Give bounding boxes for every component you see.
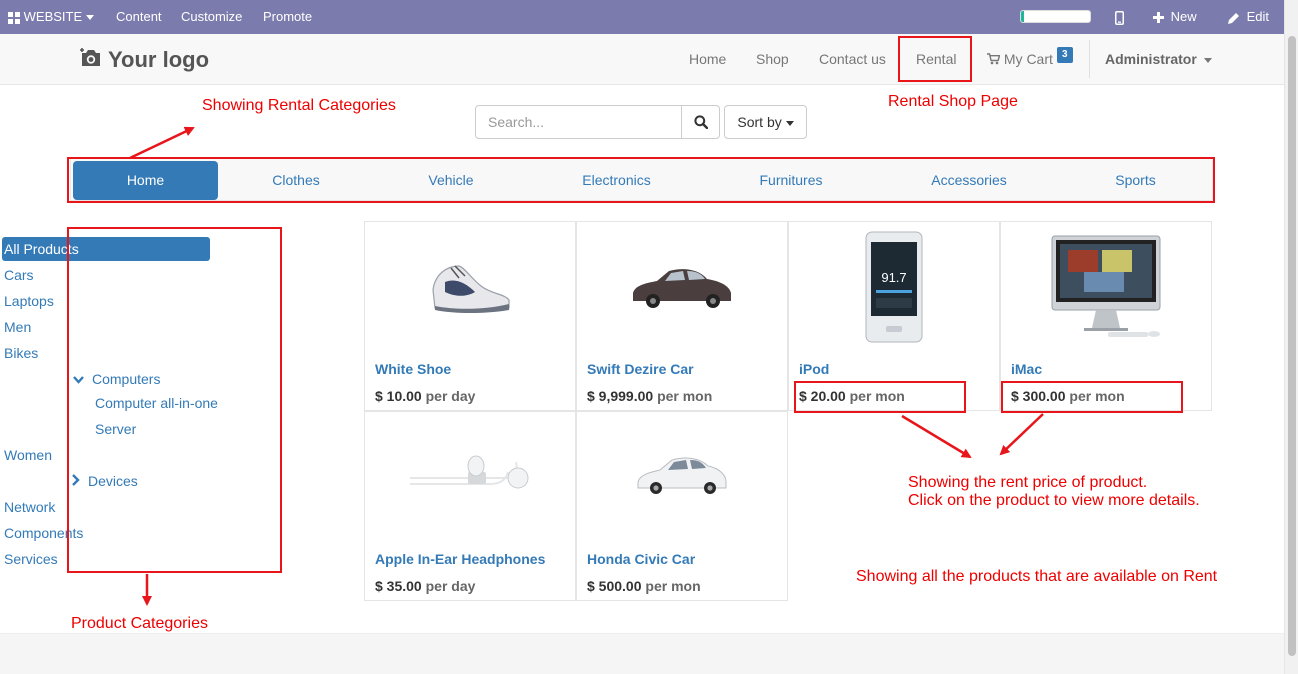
nav-home[interactable]: Home xyxy=(689,34,726,84)
arrow-to-rent-price-ipod xyxy=(901,414,972,459)
category-women[interactable]: Women xyxy=(4,443,52,467)
honda-civic-car-image[interactable] xyxy=(577,412,787,542)
user-label: Administrator xyxy=(1105,51,1197,67)
category-men[interactable]: Men xyxy=(4,315,31,339)
scrollbar-thumb[interactable] xyxy=(1288,36,1296,656)
sort-by-dropdown[interactable]: Sort by xyxy=(724,105,807,139)
promote-menu[interactable]: Promote xyxy=(263,0,312,34)
annotation-all-products: Showing all the products that are availa… xyxy=(856,568,1218,585)
arrow-to-category-bar xyxy=(129,126,195,160)
ipod-display: 91.7 xyxy=(881,270,906,285)
ipod-image[interactable]: 91.7 xyxy=(789,222,999,352)
search-input[interactable] xyxy=(475,105,682,139)
product-name[interactable]: Apple In-Ear Headphones xyxy=(375,551,545,567)
annotation-rent-price-line2: Click on the product to view more detail… xyxy=(908,492,1200,509)
category-cars[interactable]: Cars xyxy=(4,263,34,287)
nav-my-cart[interactable]: My Cart 3 xyxy=(987,34,1073,84)
category-bikes[interactable]: Bikes xyxy=(4,341,38,365)
user-menu[interactable]: Administrator xyxy=(1105,34,1212,84)
sort-by-label: Sort by xyxy=(737,114,782,130)
footer-area xyxy=(0,633,1284,674)
annotation-box-rental-categories xyxy=(67,157,1215,203)
annotation-box-imac-price xyxy=(1001,381,1183,413)
nav-divider xyxy=(1089,40,1090,78)
shopping-cart-icon xyxy=(987,53,1001,65)
mobile-preview-button[interactable] xyxy=(1115,0,1124,34)
category-laptops[interactable]: Laptops xyxy=(4,289,54,313)
search-button[interactable] xyxy=(681,105,720,139)
logo-text: Your logo xyxy=(108,47,210,72)
annotation-box-ipod-price xyxy=(794,381,966,413)
new-label: New xyxy=(1170,9,1197,24)
caret-down-icon xyxy=(85,15,94,21)
price-amount: $ 9,999.00 xyxy=(587,388,654,404)
website-menu[interactable]: WEBSITE xyxy=(8,0,94,34)
search-icon xyxy=(693,115,708,129)
progress-fill xyxy=(1021,11,1025,22)
headphones-image[interactable] xyxy=(365,412,575,542)
annotation-product-categories: Product Categories xyxy=(71,615,208,632)
edit-label: Edit xyxy=(1246,9,1270,24)
price-amount: $ 10.00 xyxy=(375,388,422,404)
category-network[interactable]: Network xyxy=(4,495,55,519)
new-button[interactable]: New xyxy=(1153,0,1197,34)
imac-image[interactable] xyxy=(1001,222,1211,352)
edit-button[interactable]: Edit xyxy=(1228,0,1269,34)
cart-label: My Cart xyxy=(1003,51,1053,67)
product-name[interactable]: White Shoe xyxy=(375,361,451,377)
product-price: $ 500.00 per mon xyxy=(587,578,701,594)
arrow-to-rent-price-imac xyxy=(999,413,1044,456)
site-header: Your logo Home Shop Contact us Rental My… xyxy=(0,34,1284,85)
page-scrollbar[interactable] xyxy=(1284,0,1298,674)
progress-bar xyxy=(1020,10,1091,23)
page: WEBSITE Content Customize Promote New Ed… xyxy=(0,0,1298,674)
product-card-white-shoe[interactable]: White Shoe $ 10.00 per day xyxy=(364,221,576,411)
website-label: WEBSITE xyxy=(23,9,83,24)
caret-down-icon xyxy=(785,120,794,126)
plus-icon xyxy=(1153,12,1164,24)
product-price: $ 35.00 per day xyxy=(375,578,475,594)
product-card-honda-civic-car[interactable]: Honda Civic Car $ 500.00 per mon xyxy=(576,411,788,601)
product-card-apple-in-ear-headphones[interactable]: Apple In-Ear Headphones $ 35.00 per day xyxy=(364,411,576,601)
product-name[interactable]: Honda Civic Car xyxy=(587,551,695,567)
annotation-box-product-categories xyxy=(67,227,282,573)
price-amount: $ 500.00 xyxy=(587,578,642,594)
site-logo[interactable]: Your logo xyxy=(80,45,209,75)
customize-menu[interactable]: Customize xyxy=(181,0,242,34)
price-unit: per mon xyxy=(645,578,701,594)
category-services[interactable]: Services xyxy=(4,547,58,571)
annotation-rental-categories: Showing Rental Categories xyxy=(202,97,396,114)
apps-grid-icon xyxy=(8,11,20,24)
price-amount: $ 35.00 xyxy=(375,578,422,594)
product-price: $ 10.00 per day xyxy=(375,388,475,404)
caret-down-icon xyxy=(1203,57,1212,63)
product-card-swift-dezire-car[interactable]: Swift Dezire Car $ 9,999.00 per mon xyxy=(576,221,788,411)
product-name[interactable]: Swift Dezire Car xyxy=(587,361,694,377)
pencil-icon xyxy=(1228,12,1239,24)
content-menu[interactable]: Content xyxy=(116,0,162,34)
white-shoe-image[interactable] xyxy=(365,222,575,352)
mobile-icon xyxy=(1115,10,1124,25)
annotation-rent-price-line1: Showing the rent price of product. xyxy=(908,474,1148,491)
product-price: $ 9,999.00 per mon xyxy=(587,388,712,404)
price-unit: per day xyxy=(425,388,476,404)
product-name[interactable]: iPod xyxy=(799,361,829,377)
product-name[interactable]: iMac xyxy=(1011,361,1042,377)
cart-count-badge: 3 xyxy=(1056,47,1073,63)
nav-shop[interactable]: Shop xyxy=(756,34,789,84)
price-unit: per day xyxy=(425,578,476,594)
swift-dezire-car-image[interactable] xyxy=(577,222,787,352)
price-unit: per mon xyxy=(657,388,713,404)
admin-bar: WEBSITE Content Customize Promote New Ed… xyxy=(0,0,1284,34)
nav-contact-us[interactable]: Contact us xyxy=(819,34,886,84)
camera-icon xyxy=(80,46,102,76)
annotation-rental-shop-page: Rental Shop Page xyxy=(888,93,1018,110)
annotation-box-rental-nav xyxy=(898,36,972,82)
